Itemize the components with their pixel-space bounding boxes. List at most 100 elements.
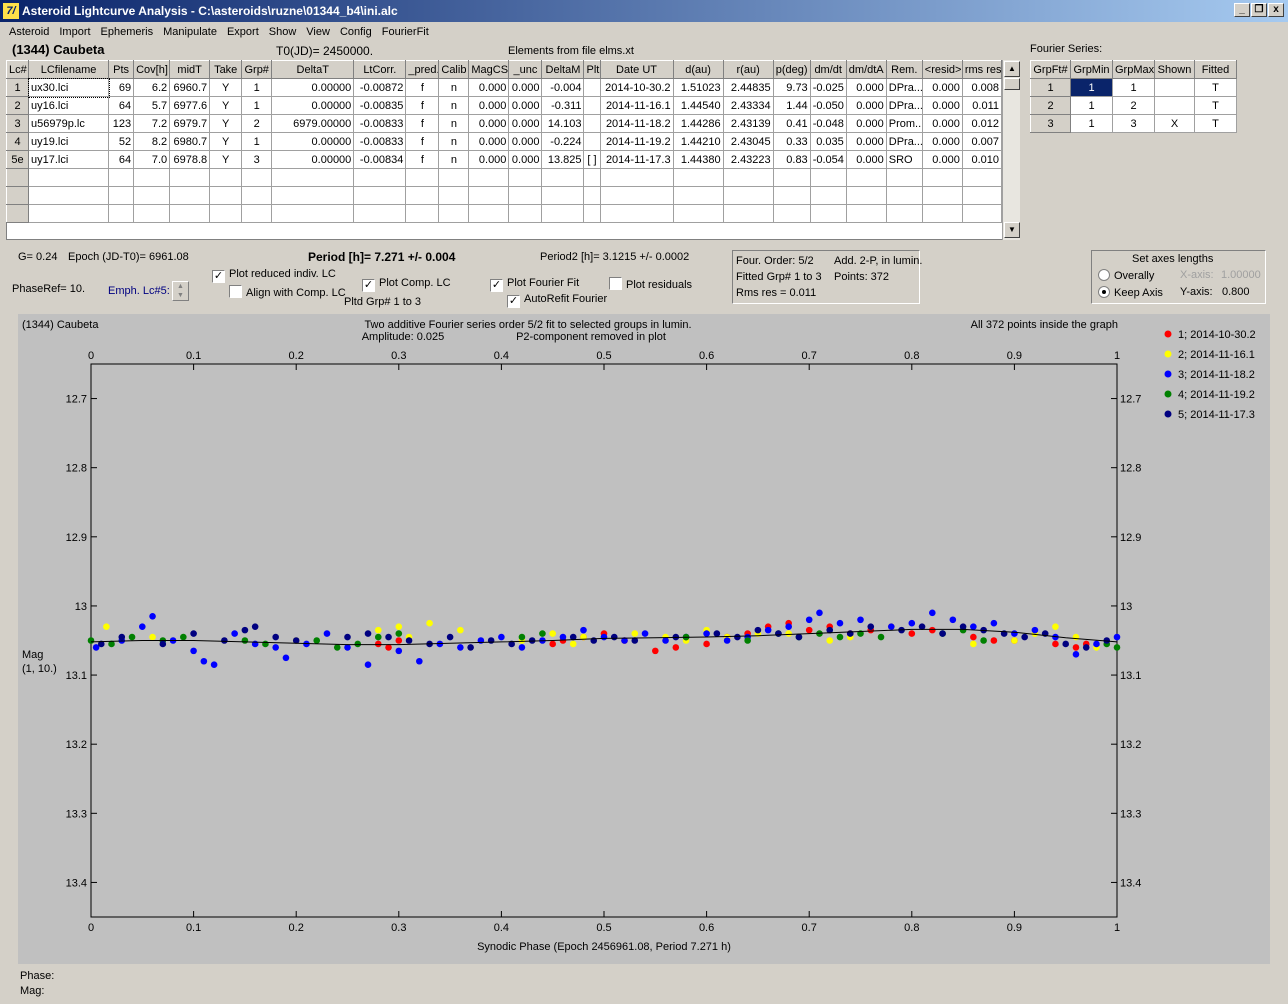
table-cell[interactable]: [468, 168, 510, 187]
table-cell[interactable]: [28, 204, 110, 223]
table-cell[interactable]: 1: [1070, 78, 1113, 97]
close-button[interactable]: x: [1268, 3, 1284, 17]
table-cell[interactable]: 0.000: [508, 132, 543, 151]
table-cell[interactable]: [599, 186, 674, 205]
table-cell[interactable]: 2: [241, 114, 273, 133]
table-cell[interactable]: T: [1194, 78, 1237, 97]
table-cell[interactable]: [845, 204, 887, 223]
table-cell[interactable]: n: [438, 150, 470, 169]
table-cell[interactable]: [583, 114, 601, 133]
row-header[interactable]: [5, 204, 30, 223]
table-cell[interactable]: [809, 186, 847, 205]
table-cell[interactable]: [438, 204, 470, 223]
table-cell[interactable]: [108, 186, 135, 205]
table-cell[interactable]: Y: [209, 114, 243, 133]
table-cell[interactable]: [468, 186, 510, 205]
table-cell[interactable]: [271, 186, 355, 205]
lc-col-header[interactable]: Pts: [108, 60, 135, 79]
menu-manipulate[interactable]: Manipulate: [158, 22, 222, 42]
table-cell[interactable]: Prom...: [885, 114, 923, 133]
plot-reduced-checkbox[interactable]: ✓ Plot reduced indiv. LC: [212, 268, 336, 283]
table-row[interactable]: [5, 204, 1003, 223]
table-cell[interactable]: [961, 168, 1003, 187]
menu-import[interactable]: Import: [54, 22, 95, 42]
table-cell[interactable]: 1.51023: [672, 78, 724, 97]
table-cell[interactable]: ux30.lci: [27, 77, 110, 98]
lc-table-scrollbar[interactable]: ▲ ▼: [1002, 60, 1020, 240]
table-cell[interactable]: [772, 186, 811, 205]
table-cell[interactable]: -0.224: [541, 132, 585, 151]
table-cell[interactable]: 0.010: [961, 150, 1003, 169]
plot-fourier-checkbox[interactable]: ✓ Plot Fourier Fit: [490, 277, 579, 292]
table-cell[interactable]: 1: [1112, 78, 1155, 97]
plot-residuals-checkbox[interactable]: Plot residuals: [609, 277, 692, 291]
table-cell[interactable]: Y: [209, 78, 243, 97]
checkbox-checked-icon[interactable]: ✓: [212, 270, 225, 283]
table-cell[interactable]: -0.048: [809, 114, 847, 133]
row-header[interactable]: [5, 168, 30, 187]
table-cell[interactable]: [353, 204, 407, 223]
table-cell[interactable]: [541, 186, 585, 205]
table-cell[interactable]: f: [405, 78, 440, 97]
table-cell[interactable]: [921, 168, 963, 187]
table-cell[interactable]: 0.000: [508, 114, 543, 133]
row-header[interactable]: 4: [5, 132, 30, 151]
table-cell[interactable]: 1.44: [772, 96, 811, 115]
table-cell[interactable]: -0.00872: [353, 78, 407, 97]
lightcurve-chart[interactable]: 0 0 0.1 0.1 0.2 0.2 0.3 0.3 0.4 0.4 0.5 0.5 0.6 0.6 0.…: [18, 314, 1270, 964]
table-cell[interactable]: 1: [1070, 96, 1113, 115]
table-cell[interactable]: [353, 168, 407, 187]
table-row[interactable]: 111T: [1030, 78, 1237, 97]
table-cell[interactable]: 6980.7: [169, 132, 211, 151]
fourier-col-header[interactable]: Fitted: [1194, 60, 1237, 79]
table-cell[interactable]: [405, 186, 440, 205]
table-cell[interactable]: DPra...: [885, 96, 923, 115]
scroll-up-button[interactable]: ▲: [1004, 61, 1020, 77]
table-cell[interactable]: 0.00000: [271, 78, 355, 97]
lc-col-header[interactable]: DeltaT: [271, 60, 355, 79]
lc-col-header[interactable]: MagCS: [468, 60, 510, 79]
table-cell[interactable]: 69: [108, 78, 135, 97]
table-cell[interactable]: 0.000: [845, 150, 887, 169]
table-cell[interactable]: 2014-11-16.1: [599, 96, 674, 115]
table-cell[interactable]: 0.000: [468, 78, 510, 97]
table-cell[interactable]: 1.44210: [672, 132, 724, 151]
menu-config[interactable]: Config: [335, 22, 377, 42]
emph-spinner[interactable]: ▲ ▼: [172, 281, 189, 301]
table-cell[interactable]: 6978.8: [169, 150, 211, 169]
table-cell[interactable]: X: [1154, 114, 1195, 133]
table-cell[interactable]: [583, 204, 601, 223]
table-cell[interactable]: 9.73: [772, 78, 811, 97]
row-header[interactable]: 2: [1030, 96, 1071, 115]
table-cell[interactable]: [583, 96, 601, 115]
plot-area[interactable]: 0 0 0.1 0.1 0.2 0.2 0.3 0.3 0.4 0.4 0.5 0.5 0.6 0.6 0.…: [18, 314, 1270, 964]
table-cell[interactable]: [845, 186, 887, 205]
table-cell[interactable]: uy17.lci: [28, 150, 110, 169]
table-cell[interactable]: [438, 186, 470, 205]
table-cell[interactable]: -0.004: [541, 78, 585, 97]
table-cell[interactable]: 5.7: [133, 96, 171, 115]
table-cell[interactable]: 0.000: [468, 114, 510, 133]
table-cell[interactable]: 0.000: [845, 78, 887, 97]
table-cell[interactable]: [508, 204, 543, 223]
lc-col-header[interactable]: d(au): [672, 60, 724, 79]
table-cell[interactable]: -0.00834: [353, 150, 407, 169]
autorefit-checkbox[interactable]: ✓ AutoRefit Fourier: [507, 293, 607, 308]
table-cell[interactable]: -0.00833: [353, 114, 407, 133]
row-header[interactable]: 3: [5, 114, 30, 133]
table-cell[interactable]: 0.00000: [271, 132, 355, 151]
table-row[interactable]: [5, 168, 1003, 187]
lc-col-header[interactable]: dm/dtA: [845, 60, 887, 79]
table-cell[interactable]: [583, 78, 601, 97]
table-cell[interactable]: [809, 168, 847, 187]
table-cell[interactable]: 0.000: [508, 150, 543, 169]
lc-col-header[interactable]: Date UT: [599, 60, 674, 79]
table-cell[interactable]: [508, 186, 543, 205]
table-cell[interactable]: Y: [209, 96, 243, 115]
table-cell[interactable]: 2014-11-19.2: [599, 132, 674, 151]
table-cell[interactable]: Y: [209, 150, 243, 169]
table-cell[interactable]: DPra...: [885, 132, 923, 151]
table-cell[interactable]: 64: [108, 150, 135, 169]
table-cell[interactable]: 2.43139: [722, 114, 774, 133]
menu-fourierfit[interactable]: FourierFit: [377, 22, 434, 42]
